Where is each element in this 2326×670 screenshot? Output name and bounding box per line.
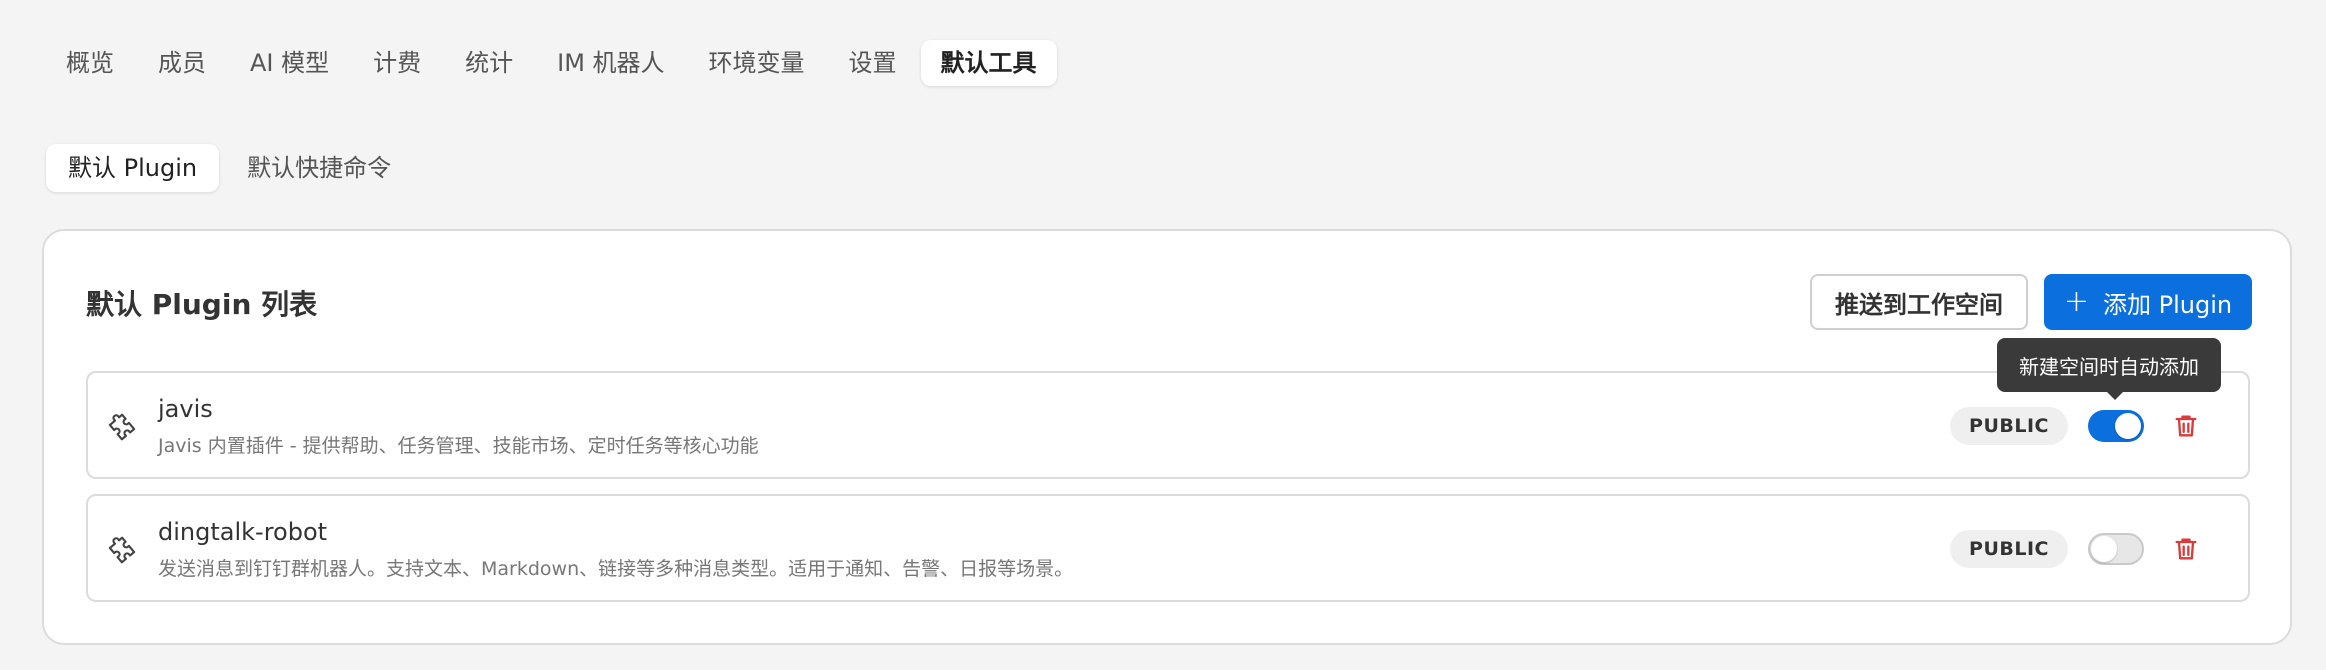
tab-statistics[interactable]: 统计 [445, 40, 533, 86]
plugin-name: dingtalk-robot [158, 518, 328, 546]
tab-default-tools[interactable]: 默认工具 [920, 40, 1057, 86]
plugin-name: javis [158, 395, 213, 423]
card-title: 默认 Plugin 列表 [86, 288, 318, 321]
trash-icon[interactable] [2172, 411, 2200, 441]
sub-tab-bar: 默认 Plugin 默认快捷命令 [46, 144, 413, 192]
auto-add-toggle[interactable] [2088, 533, 2144, 565]
plus-icon: + [2063, 284, 2090, 319]
top-tab-bar: 概览 成员 AI 模型 计费 统计 IM 机器人 环境变量 设置 默认工具 [46, 40, 1057, 86]
plugin-list-card: 默认 Plugin 列表 推送到工作空间 + 添加 Plugin javis J… [42, 229, 2292, 645]
tab-settings[interactable]: 设置 [829, 40, 917, 86]
toggle-knob [2115, 413, 2141, 439]
auto-add-tooltip: 新建空间时自动添加 [1997, 338, 2221, 400]
tab-im-bots[interactable]: IM 机器人 [537, 40, 684, 86]
push-to-workspace-button[interactable]: 推送到工作空间 [1810, 274, 2028, 330]
tab-ai-models[interactable]: AI 模型 [230, 40, 349, 86]
subtab-default-plugin[interactable]: 默认 Plugin [46, 144, 220, 192]
trash-icon[interactable] [2172, 534, 2200, 564]
tab-env-vars[interactable]: 环境变量 [689, 40, 825, 86]
plugin-description: 发送消息到钉钉群机器人。支持文本、Markdown、链接等多种消息类型。适用于通… [158, 558, 1074, 580]
visibility-badge: PUBLIC [1950, 530, 2068, 568]
puzzle-icon [108, 413, 136, 441]
plugin-description: Javis 内置插件 - 提供帮助、任务管理、技能市场、定时任务等核心功能 [158, 435, 759, 457]
add-plugin-button[interactable]: + 添加 Plugin [2044, 274, 2252, 330]
plugin-row: javis Javis 内置插件 - 提供帮助、任务管理、技能市场、定时任务等核… [86, 371, 2250, 479]
visibility-badge: PUBLIC [1950, 407, 2068, 445]
subtab-default-commands[interactable]: 默认快捷命令 [225, 144, 413, 192]
puzzle-icon [108, 536, 136, 564]
toggle-knob [2091, 536, 2117, 562]
tab-billing[interactable]: 计费 [353, 40, 441, 86]
add-plugin-label: 添加 Plugin [2103, 290, 2233, 319]
plugin-row: dingtalk-robot 发送消息到钉钉群机器人。支持文本、Markdown… [86, 494, 2250, 602]
tab-members[interactable]: 成员 [138, 40, 226, 86]
auto-add-toggle[interactable] [2088, 410, 2144, 442]
tab-overview[interactable]: 概览 [46, 40, 134, 86]
